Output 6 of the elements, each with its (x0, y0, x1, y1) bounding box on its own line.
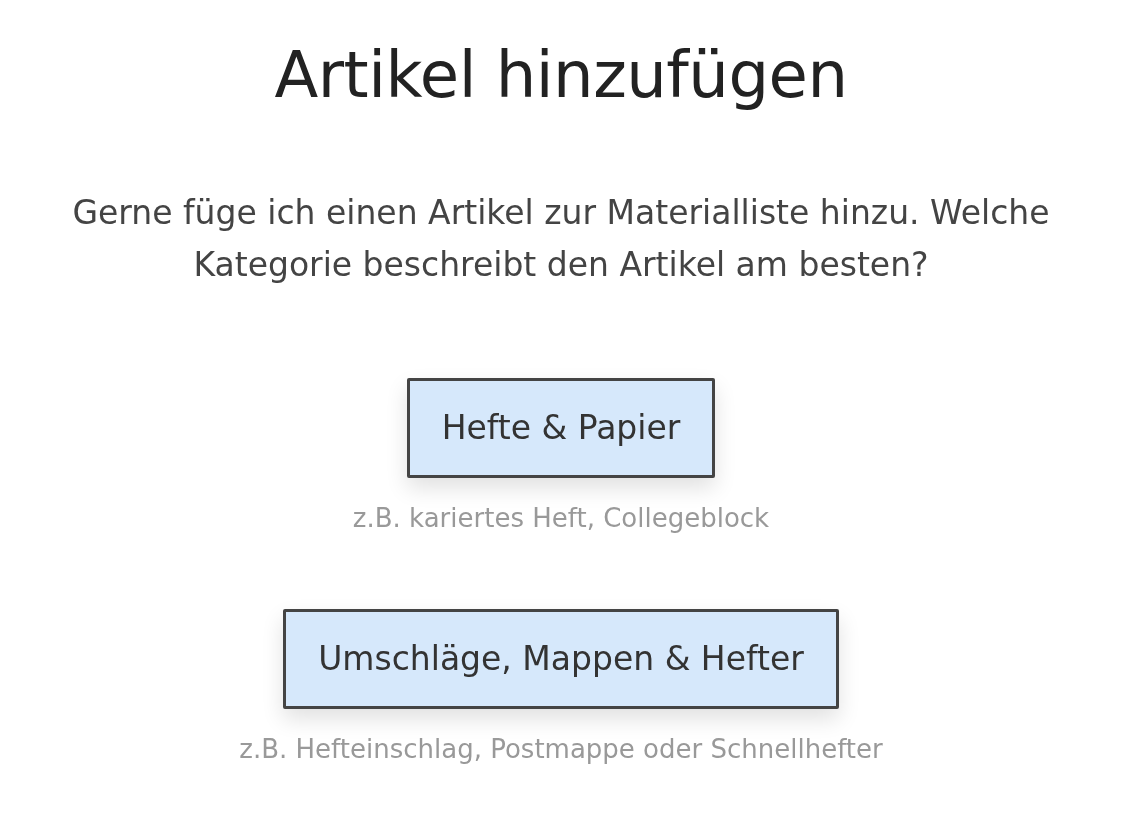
category-button[interactable]: Hefte & Papier (406, 378, 716, 479)
category-hint: z.B. Hefteinschlag, Postmappe oder Schnellhefter (239, 733, 883, 767)
category-button[interactable]: Umschläge, Mappen & Hefter (283, 609, 839, 710)
category-hint: z.B. kariertes Heft, Collegeblock (352, 502, 770, 536)
prompt-text: Gerne füge ich einen Artikel zur Materialliste hinzu. Welche Kategorie beschreibt den Artikel am besten? (71, 192, 1051, 287)
page-title: Artikel hinzufügen (274, 37, 848, 114)
